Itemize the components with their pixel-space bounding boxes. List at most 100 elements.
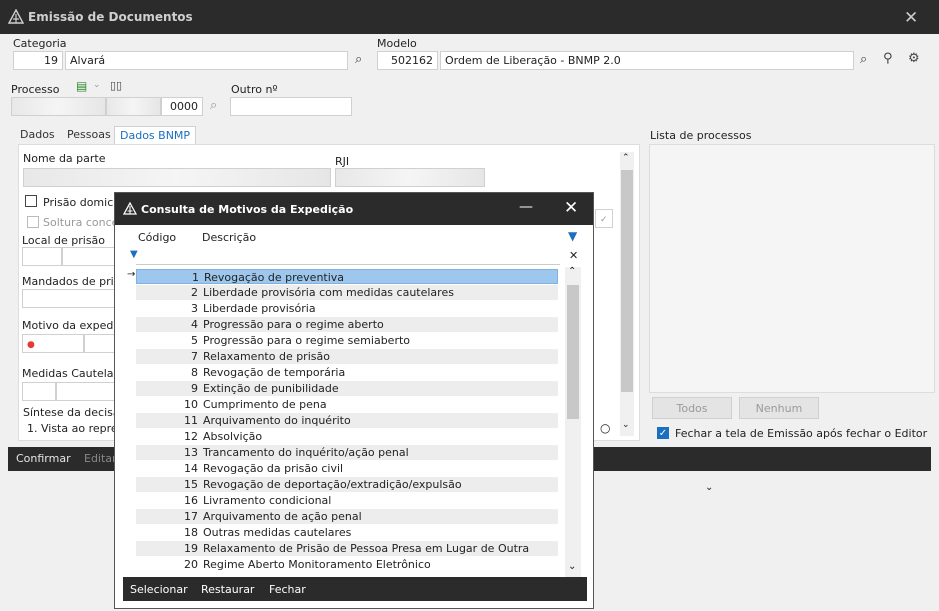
table-row[interactable]: 4 Progressão para o regime aberto [136,317,558,332]
processo-year-input[interactable]: x [106,97,161,116]
table-row[interactable]: 3 Liberdade provisória [136,301,558,316]
table-row[interactable]: 2 Liberdade provisória com medidas cautel… [136,285,558,300]
row-code: 11 [184,414,198,427]
table-row[interactable]: 5 Progressão para o regime semiaberto [136,333,558,348]
model-edit-icon[interactable]: ⚙ [908,51,920,66]
model-lookup-icon[interactable]: ⚲ [883,51,893,66]
selecionar-button[interactable]: Selecionar [130,583,188,596]
processo-suffix-input[interactable]: 0000 [161,97,203,116]
chevron-down-icon[interactable]: ⌄ [568,561,576,572]
close-icon[interactable]: ✕ [904,8,918,28]
local-prisao-input[interactable] [62,247,122,266]
table-row[interactable]: 1 Revogação de preventiva [136,269,558,284]
chevron-down-icon[interactable]: ⌄ [705,482,713,493]
row-code: 1 [192,271,199,284]
clear-filter-icon[interactable]: ✕ [569,249,578,262]
chevron-up-icon[interactable]: ⌃ [568,266,576,277]
outro-numero-input[interactable] [230,97,352,116]
medidas-code-input[interactable] [22,382,56,401]
processo-number-input[interactable]: x [11,97,106,116]
medidas-input[interactable] [56,382,122,401]
todos-button[interactable]: Todos [652,397,732,419]
nenhum-button[interactable]: Nenhum [739,397,819,419]
row-code: 16 [184,494,198,507]
grid-scrollbar[interactable]: ⌃ ⌄ [565,266,581,577]
row-description: Regime Aberto Monitoramento Eletrônico [203,558,431,571]
dialog-title: Consulta de Motivos da Expedição [141,203,354,216]
table-row[interactable]: 14 Revogação da prisão civil [136,461,558,476]
tab-pessoas[interactable]: Pessoas [62,126,116,144]
grid-scrollbar-thumb[interactable] [567,285,579,419]
col-codigo-header[interactable]: Código [138,231,176,244]
table-row[interactable]: 8 Revogação de temporária [136,365,558,380]
table-row[interactable]: 12 Absolvição [136,429,558,444]
lista-processos-label: Lista de processos [650,129,752,142]
lista-processos-list[interactable] [649,144,935,393]
local-prisao-label: Local de prisão [22,234,106,247]
chevron-down-icon[interactable]: ⌄ [93,80,101,90]
table-row[interactable]: 20 Regime Aberto Monitoramento Eletrônico [136,557,558,572]
refresh-icon[interactable]: ○ [600,421,610,435]
search-icon[interactable]: ⌕ [355,52,362,67]
categoria-code-input[interactable]: 19 [13,51,63,70]
table-row[interactable]: 16 Livramento condicional [136,493,558,508]
categoria-name-input[interactable]: Alvará [65,51,348,70]
row-description: Absolvição [203,430,263,443]
modelo-name-input[interactable]: Ordem de Liberação - BNMP 2.0 [440,51,854,70]
prisao-domiciliar-checkbox[interactable] [25,195,37,207]
modelo-label: Modelo [377,37,417,50]
table-row[interactable]: 10 Cumprimento de pena [136,397,558,412]
dialog-titlebar: Consulta de Motivos da Expedição — ✕ [115,193,593,225]
table-row[interactable]: 15 Revogação de deportação/extradição/exp… [136,477,558,492]
row-description: Extinção de punibilidade [203,382,339,395]
fechar-tela-checkbox[interactable]: ✓ [657,427,669,439]
chevron-up-icon[interactable]: ⌃ [622,153,630,163]
table-row[interactable]: 11 Arquivamento do inquérito [136,413,558,428]
close-icon[interactable]: ✕ [564,198,578,218]
filter-row[interactable]: ▼ [130,248,560,265]
table-row[interactable]: 19 Relaxamento de Prisão de Pessoa Presa … [136,541,558,556]
search-icon[interactable]: ⌕ [860,52,867,67]
row-description: Revogação da prisão civil [203,462,344,475]
editar-button[interactable]: Editar [84,452,117,465]
row-description: Relaxamento de prisão [203,350,330,363]
table-row[interactable]: 7 Relaxamento de prisão [136,349,558,364]
row-description: Livramento condicional [203,494,332,507]
row-description: Arquivamento de ação penal [203,510,362,523]
panel-scrollbar-thumb[interactable] [621,170,633,392]
local-prisao-code-input[interactable] [22,247,62,266]
motivo-code-input[interactable]: ● [22,334,84,353]
chevron-down-icon[interactable]: ⌄ [622,420,630,430]
window-title: Emissão de Documentos [28,10,193,24]
modelo-code-input[interactable]: 502162 [377,51,438,70]
sintese-textarea[interactable]: 1. Vista ao repres [23,420,123,439]
fechar-button[interactable]: Fechar [269,583,306,596]
col-descricao-header[interactable]: Descrição [202,231,256,244]
search-icon[interactable]: ⌕ [210,98,217,113]
table-row[interactable]: 13 Trancamento do inquérito/ação penal [136,445,558,460]
rji-input[interactable]: x [335,168,485,187]
row-code: 20 [184,558,198,571]
row-description: Progressão para o regime semiaberto [203,334,411,347]
dropdown-input[interactable]: ✓ [595,209,613,228]
row-code: 15 [184,478,198,491]
book-icon[interactable]: ▯▯ [110,79,122,92]
mandados-input[interactable] [22,289,122,308]
table-row[interactable]: 9 Extinção de punibilidade [136,381,558,396]
tab-dados-bnmp[interactable]: Dados BNMP [114,126,197,145]
soltura-checkbox[interactable] [27,216,39,228]
table-row[interactable]: 17 Arquivamento de ação penal [136,509,558,524]
minimize-icon[interactable]: — [519,199,533,215]
row-description: Outras medidas cautelares [203,526,352,539]
filter-toggle-icon[interactable]: ▼ [568,229,577,243]
new-document-icon[interactable]: ▤ [76,79,87,93]
outro-numero-label: Outro nº [231,83,278,96]
nome-parte-input[interactable]: x [23,168,331,187]
confirmar-button[interactable]: Confirmar [16,452,71,465]
row-code: 19 [184,542,198,555]
panel-scrollbar[interactable]: ⌃ ⌄ [620,152,634,436]
restaurar-button[interactable]: Restaurar [201,583,254,596]
categoria-label: Categoria [13,37,67,50]
table-row[interactable]: 18 Outras medidas cautelares [136,525,558,540]
tab-dados[interactable]: Dados [15,126,60,144]
